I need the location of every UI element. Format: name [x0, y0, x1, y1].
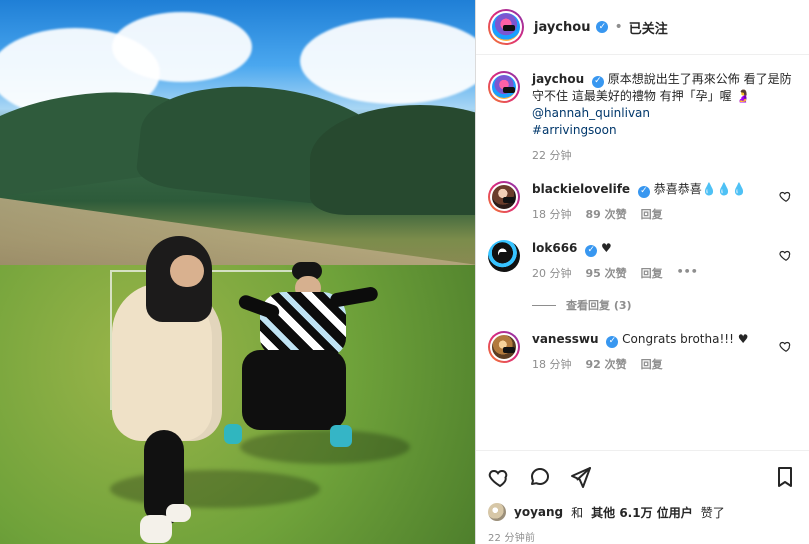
post-photo [0, 0, 475, 544]
post-header: jaychou ✓ • 已关注 [476, 0, 809, 55]
comment-text: blackielovelife ✓ 恭喜恭喜💧💧💧 [532, 181, 797, 198]
author-avatar[interactable] [488, 9, 524, 45]
avatar-image [492, 335, 516, 359]
post-time: 22 分钟前 [488, 533, 536, 544]
share-icon [571, 467, 591, 488]
comment-username[interactable]: blackielovelife [532, 182, 630, 196]
cloud [112, 12, 252, 82]
comment-body: 恭喜恭喜💧💧💧 [653, 182, 747, 196]
avatar-ring-inner [488, 240, 520, 272]
comment-time: 18 分钟 [532, 208, 572, 221]
comment-likes[interactable]: 89 次赞 [586, 206, 627, 222]
share-button[interactable] [568, 465, 592, 489]
cloud [300, 18, 475, 104]
like-button[interactable] [488, 465, 512, 489]
likes-others[interactable]: 其他 6.1万 位用户 [591, 504, 693, 521]
reply-button[interactable]: 回复 [641, 356, 663, 372]
likes-liked: 赞了 [700, 505, 725, 520]
left-actions [488, 465, 592, 489]
author-username[interactable]: jaychou [534, 20, 590, 35]
comment-avatar[interactable] [488, 181, 520, 213]
comment-button[interactable] [528, 465, 552, 489]
person-face [170, 255, 204, 287]
verified-icon: ✓ [606, 335, 619, 348]
heart-icon[interactable] [779, 189, 793, 203]
heart-icon [488, 469, 508, 488]
person-pants [242, 350, 346, 430]
post-actions: yoyang 和 其他 6.1万 位用户 赞了 22 分钟前 [476, 450, 809, 544]
caption-username[interactable]: jaychou [532, 72, 584, 86]
comment-likes[interactable]: 95 次赞 [586, 265, 627, 281]
save-button[interactable] [773, 465, 797, 489]
comment-avatar[interactable] [488, 331, 520, 363]
comments-scroll[interactable]: jaychou ✓ 原本想說出生了再來公佈 看了是防守不住 這最美好的禮物 有押… [476, 55, 809, 450]
comment-item: vanesswu ✓ Congrats brotha!!! ♥ 18 分钟 92… [488, 331, 797, 372]
replies-line [532, 304, 556, 306]
pregnant-emoji: 🤰 [735, 89, 751, 103]
shadow [110, 470, 320, 508]
liker-avatar[interactable] [488, 503, 506, 521]
comment-meta: 18 分钟 89 次赞 回复 [532, 206, 797, 222]
bookmark-icon [778, 467, 792, 487]
comment-text: vanesswu ✓ Congrats brotha!!! ♥ [532, 331, 797, 348]
liker-name[interactable]: yoyang [514, 505, 563, 519]
comment-icon [531, 468, 549, 485]
avatar-image [492, 75, 516, 99]
caption-content: jaychou ✓ 原本想說出生了再來公佈 看了是防守不住 這最美好的禮物 有押… [532, 71, 797, 163]
person-shoe [224, 424, 242, 444]
author-info: jaychou ✓ • 已关注 [534, 18, 668, 37]
avatar-ring-inner [490, 333, 518, 361]
comment-avatar[interactable] [488, 240, 520, 272]
comment-body: ♥ [601, 241, 612, 255]
verified-icon: ✓ [591, 75, 604, 88]
comment-content: vanesswu ✓ Congrats brotha!!! ♥ 18 分钟 92… [532, 331, 797, 372]
comment-item: blackielovelife ✓ 恭喜恭喜💧💧💧 18 分钟 89 次赞 回复 [488, 181, 797, 222]
avatar-image [488, 240, 520, 272]
caption-time: 22 分钟 [532, 149, 572, 162]
reply-button[interactable]: 回复 [641, 265, 663, 281]
person-boot [166, 504, 191, 522]
person-shoe [330, 425, 352, 447]
avatar-ring-inner [490, 183, 518, 211]
action-row [488, 461, 797, 493]
comment-meta: 18 分钟 92 次赞 回复 [532, 356, 797, 372]
caption: jaychou ✓ 原本想說出生了再來公佈 看了是防守不住 這最美好的禮物 有押… [488, 71, 797, 163]
comment-item: lok666 ✓ ♥ 20 分钟 95 次赞 回复 ••• [488, 240, 797, 281]
avatar-image [492, 185, 516, 209]
following-button[interactable]: 已关注 [629, 18, 668, 37]
comment-username[interactable]: vanesswu [532, 332, 599, 346]
view-replies[interactable]: 查看回复 (3) [532, 297, 797, 313]
comment-time: 18 分钟 [532, 358, 572, 371]
heart-icon[interactable] [779, 248, 793, 262]
instagram-post-modal: jaychou ✓ • 已关注 jaychou ✓ 原本想說出生了再來公佈 看了… [0, 0, 809, 544]
comment-likes[interactable]: 92 次赞 [586, 356, 627, 372]
separator-dot: • [614, 19, 623, 35]
caption-hashtag[interactable]: #arrivingsoon [532, 123, 617, 137]
comment-username[interactable]: lok666 [532, 241, 577, 255]
caption-text: jaychou ✓ 原本想說出生了再來公佈 看了是防守不住 這最美好的禮物 有押… [532, 71, 797, 139]
verified-icon: ✓ [637, 185, 650, 198]
caption-mention[interactable]: @hannah_quinlivan [532, 106, 650, 120]
verified-icon: ✓ [596, 21, 609, 33]
avatar-ring-inner [490, 73, 518, 101]
view-replies-label[interactable]: 查看回复 (3) [566, 297, 632, 313]
likes-line: yoyang 和 其他 6.1万 位用户 赞了 [488, 503, 797, 521]
likes-and: 和 [571, 505, 584, 520]
verified-icon: ✓ [585, 244, 598, 257]
comment-content: lok666 ✓ ♥ 20 分钟 95 次赞 回复 ••• [532, 240, 797, 281]
heart-icon[interactable] [779, 339, 793, 353]
more-options-icon[interactable]: ••• [677, 265, 698, 281]
caption-meta: 22 分钟 [532, 147, 797, 163]
comment-meta: 20 分钟 95 次赞 回复 ••• [532, 265, 797, 281]
caption-avatar[interactable] [488, 71, 520, 103]
comment-time: 20 分钟 [532, 267, 572, 280]
post-sidebar: jaychou ✓ • 已关注 jaychou ✓ 原本想說出生了再來公佈 看了… [475, 0, 809, 544]
shadow [240, 430, 410, 464]
avatar-ring-inner [490, 11, 522, 43]
reply-button[interactable]: 回复 [641, 206, 663, 222]
avatar-image [492, 13, 520, 41]
comment-text: lok666 ✓ ♥ [532, 240, 797, 257]
comment-body: Congrats brotha!!! ♥ [622, 332, 749, 346]
comment-content: blackielovelife ✓ 恭喜恭喜💧💧💧 18 分钟 89 次赞 回复 [532, 181, 797, 222]
